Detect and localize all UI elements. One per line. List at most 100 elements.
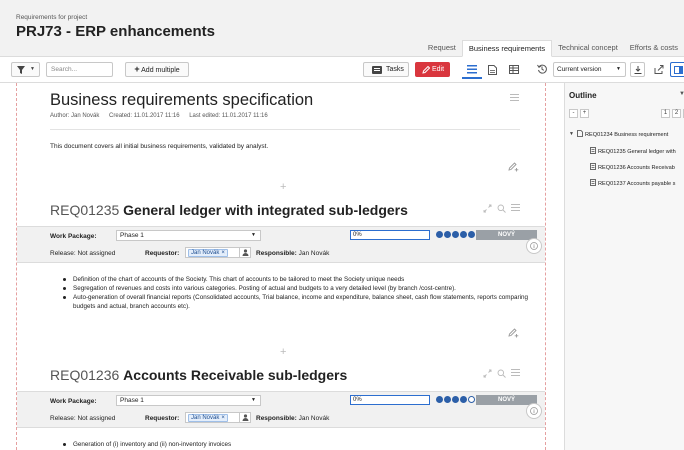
add-section-plus-icon[interactable]: +: [280, 346, 286, 358]
document-icon: [488, 65, 497, 75]
filter-dropdown-button[interactable]: ▼: [11, 62, 40, 77]
edit-button[interactable]: Edit: [415, 62, 450, 77]
priority-dot: [452, 396, 459, 403]
requirement-tools: [483, 204, 521, 214]
outline-item[interactable]: REQ01234 Business requirement: [577, 130, 668, 138]
remove-tag-icon[interactable]: ×: [221, 415, 225, 421]
requirement-title: REQ01235 General ledger with integrated …: [50, 202, 408, 218]
person-icon: [242, 249, 249, 256]
expand-all-button[interactable]: +: [580, 109, 589, 118]
responsible-text: Responsible: Jan Novák: [256, 250, 329, 257]
plus-icon: +: [134, 64, 140, 74]
document-meta: Author: Jan Novák Created: 11.01.2017 11…: [50, 113, 276, 119]
requestor-value: Jan Novák: [191, 415, 220, 421]
tab-business-requirements[interactable]: Business requirements: [461, 40, 553, 57]
pencil-icon: [422, 66, 430, 74]
progress-bar: 0%: [350, 395, 430, 405]
document-created: Created: 11.01.2017 11:16: [109, 113, 180, 119]
person-icon: [242, 414, 249, 421]
hamburger-menu-icon[interactable]: [510, 94, 519, 101]
hamburger-menu-icon[interactable]: [511, 369, 520, 376]
edit-pencil-icon[interactable]: [508, 161, 519, 172]
toolbar: ▼ + Add multiple Tasks Edit Current vers…: [0, 57, 684, 83]
tab-bar: Request Business requirements Technical …: [422, 40, 684, 57]
info-button[interactable]: [526, 238, 542, 254]
release-text: Release: Not assigned: [50, 415, 116, 422]
outline-item-label: REQ01234 Business requirement: [585, 132, 669, 138]
chevron-down-icon[interactable]: ▼: [679, 91, 684, 97]
responsible-label: Responsible:: [256, 250, 297, 257]
add-multiple-label: Add multiple: [141, 67, 180, 74]
priority-dots[interactable]: [436, 396, 476, 404]
requirement-id: REQ01236: [50, 367, 120, 383]
work-package-select[interactable]: Phase 1 ▼: [116, 395, 261, 406]
requestor-tag: Jan Novák ×: [188, 414, 228, 422]
requirement-title: REQ01236 Accounts Receivable sub-ledgers: [50, 367, 347, 383]
search-input[interactable]: [46, 62, 113, 77]
add-section-plus-icon[interactable]: +: [280, 181, 286, 193]
list-view-icon: [467, 65, 477, 74]
collapse-all-button[interactable]: -: [569, 109, 578, 118]
status-badge[interactable]: NOVÝ: [476, 230, 537, 240]
list-item: Segregation of revenues and costs into v…: [61, 284, 531, 293]
expand-icon[interactable]: [483, 369, 492, 378]
download-button[interactable]: [630, 62, 645, 77]
requestor-value: Jan Novák: [191, 250, 220, 256]
responsible-text: Responsible: Jan Novák: [256, 415, 329, 422]
requirement-attributes: Work Package: Phase 1 ▼ Release: Not ass…: [17, 391, 545, 428]
outline-item[interactable]: REQ01237 Accounts payable s: [590, 179, 675, 187]
select-person-button[interactable]: [239, 412, 251, 423]
edit-pencil-icon[interactable]: [508, 327, 519, 338]
info-button[interactable]: [526, 403, 542, 419]
download-icon: [634, 66, 642, 74]
status-badge[interactable]: NOVÝ: [476, 395, 537, 405]
release-text: Release: Not assigned: [50, 250, 116, 257]
page-header: Requirements for project PRJ73 - ERP enh…: [0, 0, 684, 57]
work-package-select[interactable]: Phase 1 ▼: [116, 230, 261, 241]
table-icon: [509, 65, 519, 74]
priority-dots[interactable]: [436, 231, 476, 239]
expand-icon[interactable]: [483, 204, 492, 213]
priority-dot: [460, 396, 467, 403]
tasks-icon: [372, 66, 382, 74]
level-2-button[interactable]: 2: [672, 109, 681, 118]
view-list-button[interactable]: [462, 60, 482, 79]
progress-bar: 0%: [350, 230, 430, 240]
tab-request[interactable]: Request: [422, 40, 462, 57]
hamburger-menu-icon[interactable]: [511, 204, 520, 211]
add-multiple-button[interactable]: + Add multiple: [125, 62, 189, 77]
outline-item-label: REQ01236 Accounts Receivab: [598, 165, 675, 171]
priority-dot: [460, 231, 467, 238]
priority-dot: [452, 231, 459, 238]
requestor-label: Requestor:: [145, 415, 180, 422]
outline-item[interactable]: REQ01235 General ledger with: [590, 147, 676, 155]
level-1-button[interactable]: 1: [661, 109, 670, 118]
search-icon[interactable]: [497, 204, 506, 213]
tab-efforts-costs[interactable]: Efforts & costs: [624, 40, 684, 57]
view-document-button[interactable]: [483, 60, 503, 79]
tasks-button[interactable]: Tasks: [363, 62, 409, 77]
progress-text: 0%: [353, 397, 362, 403]
outline-item[interactable]: REQ01236 Accounts Receivab: [590, 163, 675, 171]
select-person-button[interactable]: [239, 247, 251, 258]
requirement-tools: [483, 369, 521, 379]
priority-dot: [436, 396, 443, 403]
outline-toggle-button[interactable]: [670, 62, 684, 77]
document-last-edited: Last edited: 11.01.2017 11:16: [189, 113, 268, 119]
list-item: Generation of (i) inventory and (ii) non…: [61, 440, 531, 449]
tab-technical-concept[interactable]: Technical concept: [552, 40, 624, 57]
priority-dot: [436, 231, 443, 238]
priority-dot: [468, 396, 475, 403]
version-select[interactable]: Current version ▼: [553, 62, 626, 77]
responsible-value: Jan Novák: [298, 250, 330, 257]
work-package-label: Work Package:: [50, 398, 97, 405]
remove-tag-icon[interactable]: ×: [221, 250, 225, 256]
right-margin-guide: [545, 83, 546, 450]
document-icon: [577, 130, 583, 137]
search-icon[interactable]: [497, 369, 506, 378]
view-table-button[interactable]: [504, 60, 524, 79]
chevron-down-icon[interactable]: ▼: [569, 131, 574, 137]
share-icon[interactable]: [654, 65, 664, 74]
history-icon[interactable]: [537, 64, 547, 74]
progress-text: 0%: [353, 232, 362, 238]
